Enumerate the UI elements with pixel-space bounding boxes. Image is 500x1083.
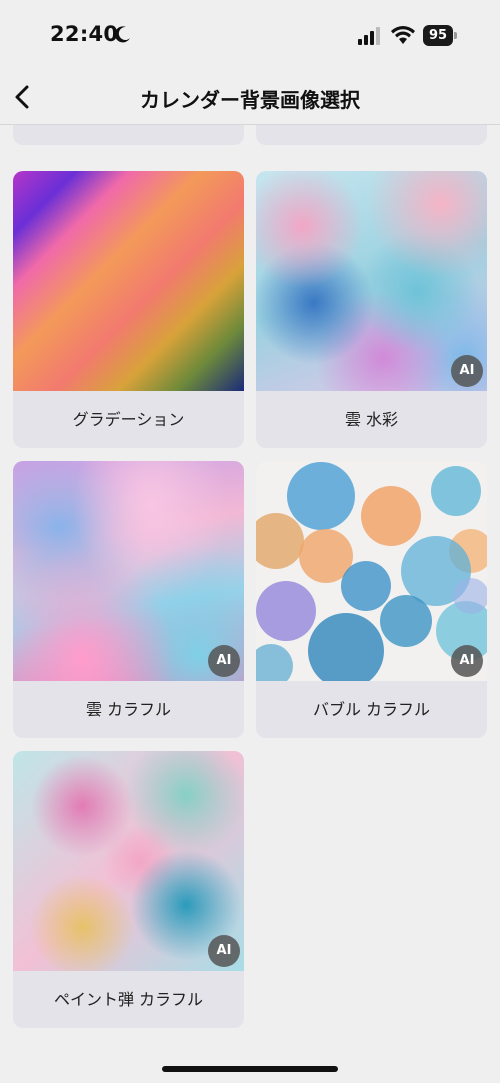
background-card[interactable]: グラデーション xyxy=(256,125,487,145)
background-label: ペイント弾 カラフル xyxy=(53,990,204,1009)
background-card[interactable]: グラデーション xyxy=(13,171,244,448)
ai-badge: AI xyxy=(451,355,483,387)
home-indicator xyxy=(162,1066,338,1072)
ai-badge: AI xyxy=(208,645,240,677)
background-label: 雲 水彩 xyxy=(344,410,399,429)
status-bar: 22:40 95 xyxy=(0,0,500,70)
status-time: 22:40 xyxy=(50,22,119,46)
ai-badge: AI xyxy=(451,645,483,677)
background-label: 雲 カラフル xyxy=(85,700,172,719)
background-label: グラデーション xyxy=(72,410,185,429)
background-label: グラデーション xyxy=(256,125,487,145)
wifi-icon xyxy=(391,26,415,44)
page-title: カレンダー背景画像選択 xyxy=(140,88,360,112)
background-card[interactable]: AI ペイント弾 カラフル xyxy=(13,751,244,1028)
background-list[interactable]: グラデーション グラデーション グラデーション AI 雲 水彩 AI 雲 カラフ… xyxy=(0,125,500,1083)
background-thumbnail xyxy=(13,171,244,391)
battery-icon: 95 xyxy=(423,25,457,46)
background-label: バブル カラフル xyxy=(312,700,431,719)
ai-badge: AI xyxy=(208,935,240,967)
background-card[interactable]: AI 雲 水彩 xyxy=(256,171,487,448)
background-thumbnail xyxy=(13,461,244,681)
background-label: グラデーション xyxy=(13,125,244,145)
moon-icon xyxy=(114,26,130,43)
cellular-signal-icon xyxy=(358,27,380,45)
battery-level: 95 xyxy=(423,25,453,46)
background-card[interactable]: グラデーション xyxy=(13,125,244,145)
background-thumbnail xyxy=(256,461,487,681)
background-card[interactable]: AI バブル カラフル xyxy=(256,461,487,738)
background-card[interactable]: AI 雲 カラフル xyxy=(13,461,244,738)
background-thumbnail xyxy=(13,751,244,971)
background-thumbnail xyxy=(256,171,487,391)
navigation-bar: カレンダー背景画像選択 xyxy=(0,70,500,125)
